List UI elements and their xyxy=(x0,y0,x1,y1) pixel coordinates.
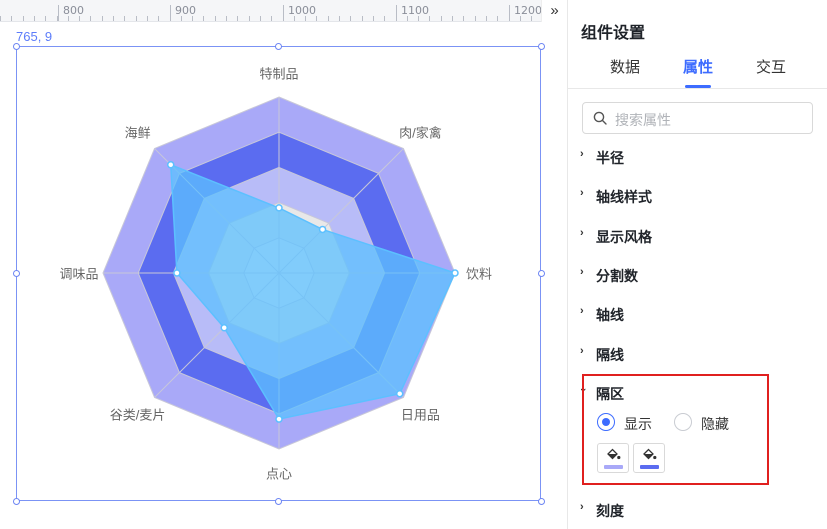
ruler-minor-tick xyxy=(282,16,284,21)
ruler-minor-tick xyxy=(67,16,69,21)
section-label: 刻度 xyxy=(596,503,624,519)
ruler-minor-tick xyxy=(497,16,499,21)
ruler-label: 1200 xyxy=(514,4,542,17)
ruler-minor-tick xyxy=(406,16,408,21)
ruler-minor-tick xyxy=(316,16,318,21)
ruler-tick xyxy=(58,5,59,21)
ruler-minor-tick xyxy=(248,16,250,21)
ruler-label: 1000 xyxy=(288,4,316,17)
selection-box[interactable] xyxy=(16,46,541,501)
resize-handle-left[interactable] xyxy=(13,270,20,277)
horizontal-ruler: 800 900 1000 1100 1200 » xyxy=(0,0,567,22)
section-tick[interactable]: › 刻度 xyxy=(580,501,624,521)
section-label: 轴线 xyxy=(596,307,624,323)
double-chevron-right-icon[interactable]: » xyxy=(541,0,567,22)
ruler-minor-tick xyxy=(45,16,47,21)
ruler-minor-tick xyxy=(203,16,205,21)
design-canvas[interactable]: 765, 9 特制品 肉/家禽 饮料 日用品 点心 谷类/麦片 调味品 海鲜 xyxy=(0,23,567,529)
ruler-minor-tick xyxy=(11,16,13,21)
ruler-minor-tick xyxy=(293,16,295,21)
ruler-minor-tick xyxy=(429,16,431,21)
ruler-minor-tick xyxy=(474,16,476,21)
property-search-input[interactable]: 搜索属性 xyxy=(582,102,813,134)
section-label: 显示风格 xyxy=(596,229,652,245)
chevron-right-icon: › xyxy=(580,305,584,317)
ruler-minor-tick xyxy=(463,16,465,21)
ruler-minor-tick xyxy=(0,16,1,21)
ruler-minor-tick xyxy=(259,16,261,21)
ruler-minor-tick xyxy=(531,16,533,21)
ruler-minor-tick xyxy=(485,16,487,21)
ruler-minor-tick xyxy=(237,16,239,21)
active-tab-indicator xyxy=(685,85,711,88)
tab-interaction[interactable]: 交互 xyxy=(756,56,786,77)
ruler-minor-tick xyxy=(305,16,307,21)
section-axis-line[interactable]: › 轴线 xyxy=(580,305,624,325)
ruler-label: 800 xyxy=(63,4,84,17)
resize-handle-top-left[interactable] xyxy=(13,43,20,50)
section-label: 轴线样式 xyxy=(596,189,652,205)
chevron-right-icon: › xyxy=(580,345,584,357)
ruler-minor-tick xyxy=(22,16,24,21)
ruler-minor-tick xyxy=(327,16,329,21)
ruler-minor-tick xyxy=(384,16,386,21)
ruler-minor-tick xyxy=(158,16,160,21)
ruler-minor-tick xyxy=(452,16,453,21)
ruler-minor-tick xyxy=(113,16,114,21)
section-display-style[interactable]: › 显示风格 xyxy=(580,227,652,247)
ruler-minor-tick xyxy=(101,16,103,21)
section-label: 半径 xyxy=(596,150,624,166)
ruler-minor-tick xyxy=(395,16,397,21)
section-axis-line-style[interactable]: › 轴线样式 xyxy=(580,187,652,207)
panel-title: 组件设置 xyxy=(581,25,646,42)
ruler-minor-tick xyxy=(180,16,182,21)
ruler-minor-tick xyxy=(271,16,273,21)
ruler-minor-tick xyxy=(146,16,148,21)
chevron-right-icon: › xyxy=(580,227,584,239)
ruler-label: 1100 xyxy=(401,4,429,17)
ruler-minor-tick xyxy=(169,16,171,21)
ruler-minor-tick xyxy=(135,16,137,21)
ruler-minor-tick xyxy=(79,16,81,21)
chevron-right-icon: › xyxy=(580,501,584,513)
section-label: 分割数 xyxy=(596,268,638,284)
search-placeholder: 搜索属性 xyxy=(615,112,671,128)
search-icon xyxy=(593,111,607,125)
ruler-minor-tick xyxy=(192,16,194,21)
chevron-right-icon: › xyxy=(580,266,584,278)
resize-handle-bottom-left[interactable] xyxy=(13,498,20,505)
section-label: 隔线 xyxy=(596,347,624,363)
ruler-minor-tick xyxy=(90,16,92,21)
ruler-minor-tick xyxy=(350,16,352,21)
ruler-minor-tick xyxy=(124,16,126,21)
settings-tabs: 数据 属性 交互 xyxy=(568,52,827,89)
ruler-minor-tick xyxy=(372,16,374,21)
section-split-number[interactable]: › 分割数 xyxy=(580,266,638,286)
resize-handle-bottom-right[interactable] xyxy=(538,498,545,505)
ruler-minor-tick xyxy=(440,16,442,21)
ruler-minor-tick xyxy=(33,16,35,21)
resize-handle-right[interactable] xyxy=(538,270,545,277)
ruler-minor-tick xyxy=(519,16,521,21)
tab-data[interactable]: 数据 xyxy=(610,56,640,77)
ruler-minor-tick xyxy=(418,16,420,21)
chevron-right-icon: › xyxy=(580,187,584,199)
tab-properties[interactable]: 属性 xyxy=(683,56,713,77)
chevron-right-icon: › xyxy=(580,148,584,160)
ruler-minor-tick xyxy=(226,16,227,21)
resize-handle-top[interactable] xyxy=(275,43,282,50)
section-split-line[interactable]: › 隔线 xyxy=(580,345,624,365)
ruler-minor-tick xyxy=(56,16,58,21)
resize-handle-bottom[interactable] xyxy=(275,498,282,505)
highlighted-split-area-box xyxy=(582,374,769,485)
ruler-minor-tick xyxy=(214,16,216,21)
resize-handle-top-right[interactable] xyxy=(538,43,545,50)
section-radius[interactable]: › 半径 xyxy=(580,148,624,168)
ruler-minor-tick xyxy=(508,16,510,21)
ruler-minor-tick xyxy=(339,16,340,21)
ruler-minor-tick xyxy=(361,16,363,21)
